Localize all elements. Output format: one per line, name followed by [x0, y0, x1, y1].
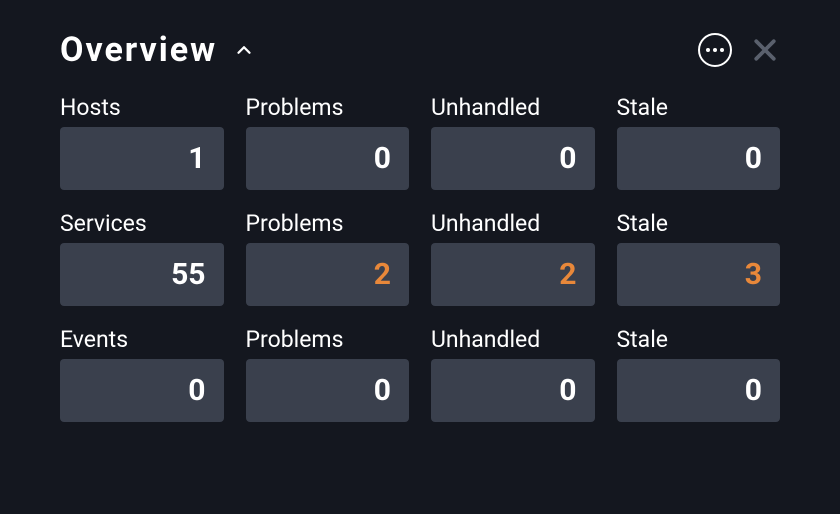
cell-events-stale: Stale 0	[617, 326, 781, 422]
cell-value-box[interactable]: 0	[431, 127, 595, 190]
cell-label: Unhandled	[431, 94, 595, 121]
cell-label: Problems	[246, 326, 410, 353]
cell-label: Problems	[246, 94, 410, 121]
cell-label: Stale	[617, 326, 781, 353]
close-button[interactable]	[750, 35, 780, 65]
cell-services-stale: Stale 3	[617, 210, 781, 306]
cell-value: 0	[559, 141, 576, 176]
cell-value: 0	[188, 373, 205, 408]
cell-label: Stale	[617, 210, 781, 237]
cell-hosts-unhandled: Unhandled 0	[431, 94, 595, 190]
cell-services-unhandled: Unhandled 2	[431, 210, 595, 306]
cell-value: 3	[745, 257, 762, 292]
cell-label: Events	[60, 326, 224, 353]
cell-value-box[interactable]: 0	[246, 359, 410, 422]
cell-value: 0	[374, 141, 391, 176]
cell-value-box[interactable]: 0	[617, 359, 781, 422]
chevron-up-icon[interactable]	[233, 39, 255, 61]
widget-title-group: Overview	[60, 30, 255, 70]
cell-value-box[interactable]: 55	[60, 243, 224, 306]
more-options-button[interactable]	[698, 33, 732, 67]
cell-value-box[interactable]: 2	[246, 243, 410, 306]
header-actions	[698, 33, 780, 67]
cell-value-box[interactable]: 0	[617, 127, 781, 190]
cell-label: Services	[60, 210, 224, 237]
cell-label: Problems	[246, 210, 410, 237]
cell-value-box[interactable]: 1	[60, 127, 224, 190]
cell-value-box[interactable]: 3	[617, 243, 781, 306]
cell-label: Unhandled	[431, 210, 595, 237]
cell-value: 0	[745, 141, 762, 176]
cell-services-problems: Problems 2	[246, 210, 410, 306]
cell-value-box[interactable]: 2	[431, 243, 595, 306]
cell-hosts-stale: Stale 0	[617, 94, 781, 190]
cell-hosts-problems: Problems 0	[246, 94, 410, 190]
cell-value: 55	[171, 257, 205, 292]
cell-hosts: Hosts 1	[60, 94, 224, 190]
cell-value: 2	[374, 257, 391, 292]
cell-value: 2	[559, 257, 576, 292]
cell-value-box[interactable]: 0	[60, 359, 224, 422]
cell-services: Services 55	[60, 210, 224, 306]
cell-events-unhandled: Unhandled 0	[431, 326, 595, 422]
cell-value: 0	[745, 373, 762, 408]
overview-grid: Hosts 1 Problems 0 Unhandled 0 Stale 0 S…	[60, 94, 780, 422]
widget-title: Overview	[60, 30, 217, 70]
cell-events: Events 0	[60, 326, 224, 422]
cell-label: Stale	[617, 94, 781, 121]
cell-value-box[interactable]: 0	[246, 127, 410, 190]
cell-value: 0	[374, 373, 391, 408]
cell-events-problems: Problems 0	[246, 326, 410, 422]
cell-label: Unhandled	[431, 326, 595, 353]
cell-label: Hosts	[60, 94, 224, 121]
cell-value: 0	[559, 373, 576, 408]
widget-header: Overview	[60, 30, 780, 70]
cell-value: 1	[188, 141, 205, 176]
cell-value-box[interactable]: 0	[431, 359, 595, 422]
